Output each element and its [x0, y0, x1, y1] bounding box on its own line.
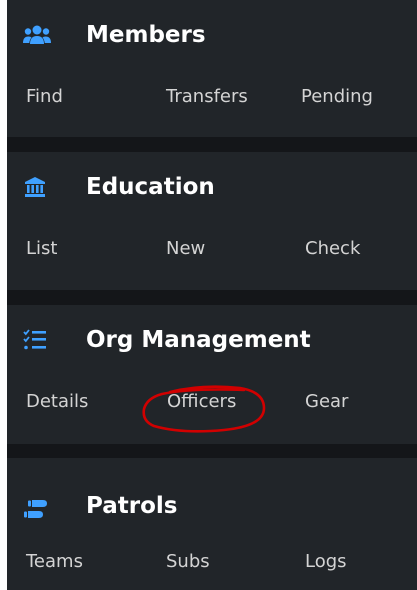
sidebar-panel: Members Find Transfers Pending Education… — [7, 0, 417, 590]
link-new[interactable]: New — [166, 238, 205, 259]
link-logs[interactable]: Logs — [305, 551, 347, 572]
divider — [7, 290, 417, 305]
list-check-icon — [23, 329, 47, 351]
users-icon — [22, 24, 52, 46]
link-gear[interactable]: Gear — [305, 391, 348, 412]
link-transfers[interactable]: Transfers — [166, 86, 248, 107]
link-list[interactable]: List — [26, 238, 57, 259]
link-teams[interactable]: Teams — [26, 551, 83, 572]
section-title: Members — [86, 22, 206, 48]
link-check[interactable]: Check — [305, 238, 360, 259]
shoe-prints-icon — [22, 498, 50, 520]
section-header-patrols[interactable]: Patrols — [7, 458, 417, 528]
section-patrols: Patrols Teams Subs Logs — [7, 458, 417, 590]
divider — [7, 444, 417, 458]
link-subs[interactable]: Subs — [166, 551, 210, 572]
section-header-members[interactable]: Members — [7, 0, 417, 70]
link-pending[interactable]: Pending — [301, 86, 373, 107]
section-title: Org Management — [86, 327, 311, 353]
section-title: Education — [86, 174, 215, 200]
link-find[interactable]: Find — [26, 86, 63, 107]
divider — [7, 137, 417, 152]
link-details[interactable]: Details — [26, 391, 88, 412]
university-icon — [24, 176, 46, 198]
section-header-org-management[interactable]: Org Management — [7, 305, 417, 375]
section-title: Patrols — [86, 493, 178, 519]
link-officers[interactable]: Officers — [167, 391, 236, 412]
section-education: Education List New Check — [7, 152, 417, 290]
section-members: Members Find Transfers Pending — [7, 0, 417, 137]
section-org-management: Org Management Details Officers Gear — [7, 305, 417, 444]
section-header-education[interactable]: Education — [7, 152, 417, 222]
